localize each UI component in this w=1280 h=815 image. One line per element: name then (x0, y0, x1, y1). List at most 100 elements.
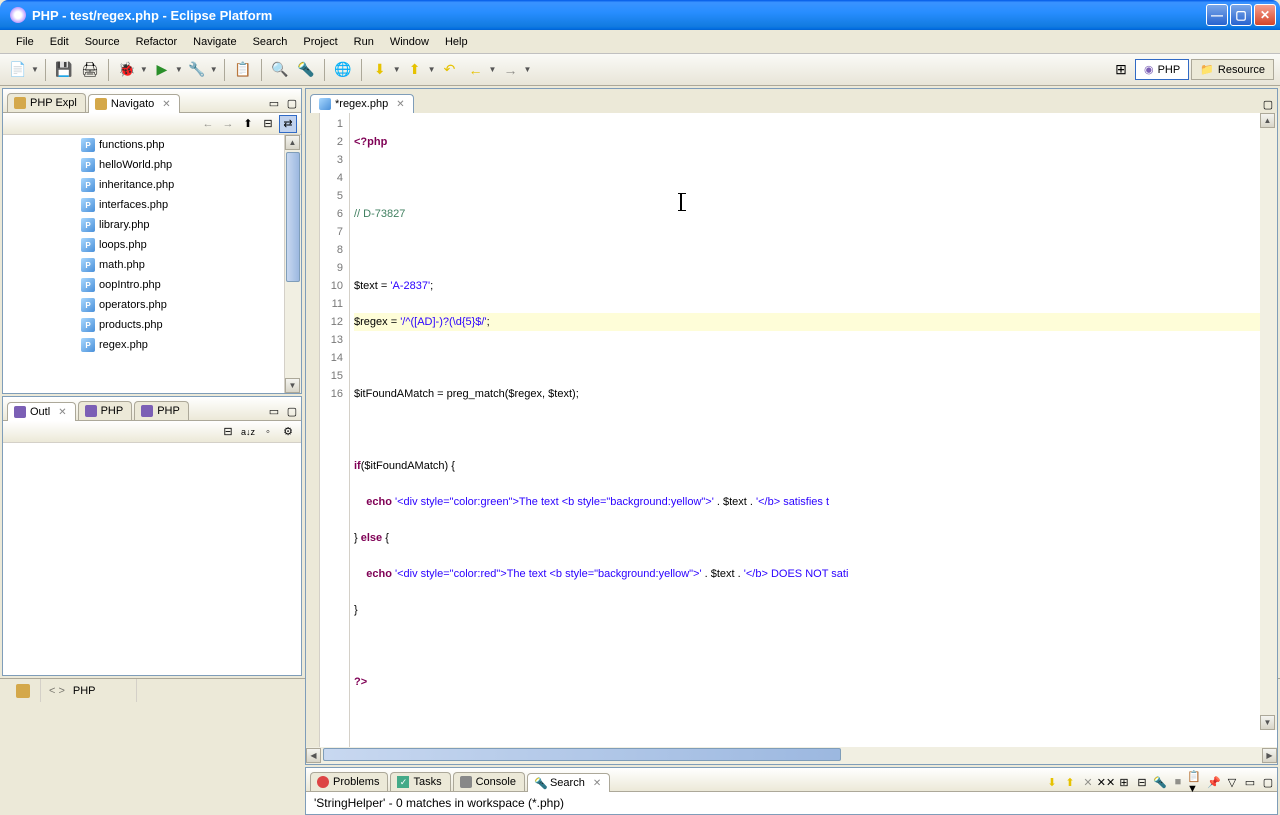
scrollbar-vertical[interactable]: ▲ ▼ (284, 135, 301, 393)
sort-icon[interactable]: ⊟ (219, 423, 237, 441)
tab-php-project[interactable]: PHP (134, 401, 189, 420)
hide-nonpublic-icon[interactable]: ⚙ (279, 423, 297, 441)
editor-scrollbar-horizontal[interactable]: ◀ ▶ (306, 747, 1277, 764)
remove-match-icon[interactable]: ✕ (1079, 773, 1097, 791)
console-icon (460, 776, 472, 788)
menu-window[interactable]: Window (382, 33, 437, 51)
editor-tab-regex[interactable]: *regex.php ✕ (310, 94, 414, 113)
menu-edit[interactable]: Edit (42, 33, 77, 51)
open-type-button[interactable]: 🔍 (268, 58, 292, 82)
search-button[interactable]: 🔦 (294, 58, 318, 82)
menu-help[interactable]: Help (437, 33, 476, 51)
forward-button[interactable]: → (498, 58, 522, 82)
menu-search[interactable]: Search (245, 33, 296, 51)
tab-search[interactable]: 🔦Search✕ (527, 773, 610, 792)
tree-item: Pinterfaces.php (3, 195, 301, 215)
az-sort-icon[interactable]: a↓z (239, 423, 257, 441)
tab-php-explorer[interactable]: PHP Expl (7, 93, 86, 112)
problems-icon (317, 776, 329, 788)
minimize-button[interactable]: — (1206, 4, 1228, 26)
prev-match-icon[interactable]: ⬆ (1061, 773, 1079, 791)
menu-navigate[interactable]: Navigate (185, 33, 244, 51)
tree-item: Pproducts.php (3, 315, 301, 335)
outline-view: Outl✕ PHP PHP ▭ ▢ ⊟ a↓z ◦ ⚙ (2, 396, 302, 676)
web-browser-button[interactable]: 🌐 (331, 58, 355, 82)
history-icon[interactable]: 📋▼ (1187, 773, 1205, 791)
php-file-icon (319, 98, 331, 110)
cancel-search-icon[interactable]: ■ (1169, 773, 1187, 791)
maximize-view-icon[interactable]: ▢ (1259, 773, 1277, 791)
menubar: File Edit Source Refactor Navigate Searc… (0, 30, 1280, 54)
save-button[interactable]: 💾 (52, 58, 76, 82)
menu-project[interactable]: Project (295, 33, 345, 51)
code-editor[interactable]: 12345678910111213141516 <?php // D-73827… (306, 113, 1277, 747)
hide-fields-icon[interactable]: ◦ (259, 423, 277, 441)
print-button[interactable]: 🖨 (78, 58, 102, 82)
debug-button[interactable]: 🐞 (115, 58, 139, 82)
tab-tasks[interactable]: ✓Tasks (390, 772, 450, 791)
search-icon: 🔦 (534, 777, 546, 789)
close-icon[interactable]: ✕ (593, 778, 601, 789)
collapse-all-icon[interactable]: ⊟ (1133, 773, 1151, 791)
remove-all-icon[interactable]: ✕✕ (1097, 773, 1115, 791)
next-match-icon[interactable]: ⬇ (1043, 773, 1061, 791)
perspective-php[interactable]: ◉PHP (1135, 59, 1189, 80)
close-icon[interactable]: ✕ (58, 407, 66, 418)
last-edit-button[interactable]: ↶ (438, 58, 462, 82)
php-explorer-view: PHP Expl Navigato✕ ▭ ▢ ← → ⬆ ⊟ ⇄ Pfuncti… (2, 88, 302, 394)
tree-item: Ploops.php (3, 235, 301, 255)
new-button[interactable]: 📄 (6, 58, 30, 82)
editor-scrollbar-vertical[interactable]: ▲ ▼ (1260, 113, 1277, 730)
tab-console[interactable]: Console (453, 772, 525, 791)
status-icon-area (8, 679, 41, 702)
back-button[interactable]: ← (464, 58, 488, 82)
menu-file[interactable]: File (8, 33, 42, 51)
expand-all-icon[interactable]: ⊞ (1115, 773, 1133, 791)
up-icon[interactable]: ⬆ (239, 115, 257, 133)
prev-annotation-button[interactable]: ⬆ (403, 58, 427, 82)
close-tab-icon[interactable]: ✕ (396, 99, 404, 110)
run-search-icon[interactable]: 🔦 (1151, 773, 1169, 791)
minimize-view-icon[interactable]: ▭ (265, 94, 283, 112)
tree-item: Pfunctions.php (3, 135, 301, 155)
file-tree[interactable]: Pfunctions.php PhelloWorld.php Pinherita… (3, 135, 301, 393)
outline-tree[interactable] (3, 443, 301, 675)
status-file-icon (16, 684, 30, 698)
link-editor-icon[interactable]: ⇄ (279, 115, 297, 133)
maximize-button[interactable]: ▢ (1230, 4, 1252, 26)
tree-item: PoopIntro.php (3, 275, 301, 295)
perspective-resource[interactable]: 📁Resource (1191, 59, 1274, 80)
open-perspective-button[interactable]: ⊞ (1109, 58, 1133, 82)
tasks-icon: ✓ (397, 776, 409, 788)
tree-item: Pinheritance.php (3, 175, 301, 195)
menu-run[interactable]: Run (346, 33, 382, 51)
text-cursor-icon (680, 193, 682, 211)
minimize-view-icon[interactable]: ▭ (265, 402, 283, 420)
pin-icon[interactable]: 📌 (1205, 773, 1223, 791)
code-area[interactable]: <?php // D-73827 $text = 'A-2837'; $rege… (350, 113, 1277, 747)
menu-refactor[interactable]: Refactor (128, 33, 186, 51)
minimize-view-icon[interactable]: ▭ (1241, 773, 1259, 791)
run-button[interactable]: ▶ (150, 58, 174, 82)
maximize-view-icon[interactable]: ▢ (283, 402, 301, 420)
forward-icon[interactable]: → (219, 115, 237, 133)
new-php-button[interactable]: 📋 (231, 58, 255, 82)
tab-outline[interactable]: Outl✕ (7, 402, 76, 421)
external-tools-button[interactable]: 🔧 (185, 58, 209, 82)
tab-navigator[interactable]: Navigato✕ (88, 94, 180, 113)
maximize-editor-icon[interactable]: ▢ (1259, 95, 1277, 113)
tab-problems[interactable]: Problems (310, 772, 388, 791)
collapse-all-icon[interactable]: ⊟ (259, 115, 277, 133)
main-toolbar: 📄▼ 💾 🖨 🐞▼ ▶▼ 🔧▼ 📋 🔍 🔦 🌐 ⬇▼ ⬆▼ ↶ ←▼ →▼ ⊞ … (0, 54, 1280, 86)
line-numbers: 12345678910111213141516 (320, 113, 350, 747)
view-menu-icon[interactable]: ▽ (1223, 773, 1241, 791)
back-icon[interactable]: ← (199, 115, 217, 133)
close-button[interactable]: ✕ (1254, 4, 1276, 26)
menu-source[interactable]: Source (77, 33, 128, 51)
tree-item: Pregex.php (3, 335, 301, 355)
close-icon[interactable]: ✕ (162, 99, 170, 110)
tab-php-functions[interactable]: PHP (78, 401, 133, 420)
maximize-view-icon[interactable]: ▢ (283, 94, 301, 112)
editor-view: *regex.php ✕ ▢ 12345678910111213141516 <… (305, 88, 1278, 765)
next-annotation-button[interactable]: ⬇ (368, 58, 392, 82)
